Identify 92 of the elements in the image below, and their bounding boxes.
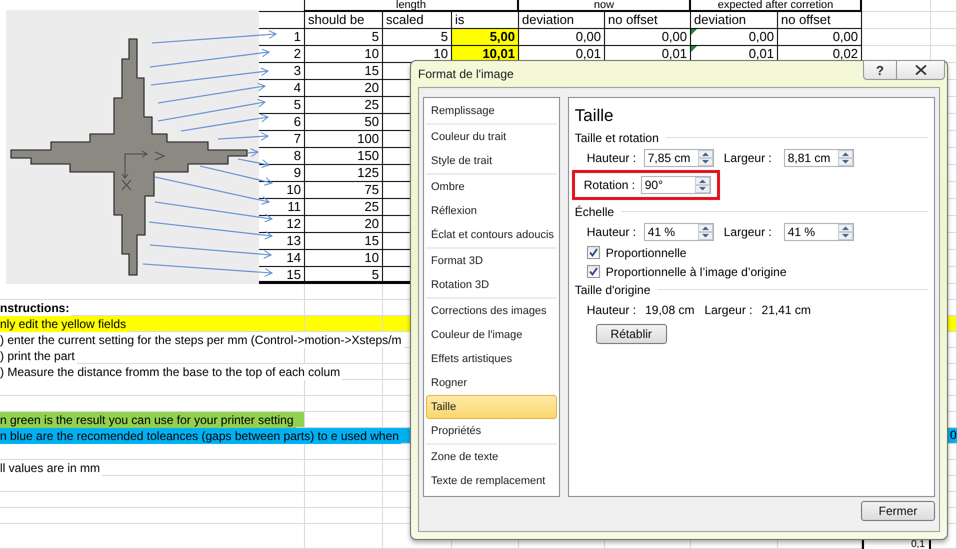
category-item[interactable]: Propriétés (426, 419, 557, 443)
field-label: Largeur : (724, 150, 773, 164)
column-group-header: length (305, 0, 519, 12)
note-text: ) print the part (0, 348, 77, 364)
column-group-header: now (519, 0, 691, 12)
category-item[interactable]: Format 3D (426, 249, 557, 273)
close-icon (914, 65, 926, 75)
column-header: no offset (605, 12, 691, 29)
category-item[interactable]: Corrections des images (426, 299, 557, 323)
table-cell: 0,00 (519, 29, 605, 46)
table-cell (931, 29, 957, 46)
table-cell (862, 0, 931, 12)
table-cell (931, 0, 957, 12)
note-text: ) enter the current setting for the steps per mm (Control->motion->Xsteps/m (0, 332, 404, 348)
column-header: should be (305, 12, 383, 29)
table-cell: 10 (305, 46, 383, 63)
note-text: nly edit the yellow fields (0, 316, 128, 332)
dialog-title: Format de l'image (418, 67, 514, 81)
section-heading: nstructions: (0, 300, 72, 316)
field-label: Hauteur : (586, 150, 638, 164)
category-item[interactable]: Taille (426, 395, 557, 419)
spin-buttons[interactable] (838, 224, 853, 240)
close-button[interactable] (897, 60, 945, 80)
table-cell: 25 (305, 97, 383, 114)
column-header: deviation (691, 12, 778, 29)
table-cell: 75 (305, 182, 383, 199)
table-cell: 0,00 (691, 29, 778, 46)
table-cell: 20 (305, 216, 383, 233)
panel-heading: Taille (574, 106, 614, 126)
note-text: n green is the result you can use for your printer setting (0, 412, 296, 428)
category-item[interactable]: Zone de texte (426, 445, 557, 469)
table-cell: 5 (305, 29, 383, 46)
category-item[interactable]: Éclat et contours adoucis (426, 223, 557, 247)
category-item[interactable]: Remplissage (426, 99, 557, 123)
note-text: n blue are the recomended toleances (gaps between parts) to e used when (0, 428, 401, 444)
table-cell: 15 (305, 63, 383, 80)
info-value: 19,08 cm (645, 303, 694, 317)
checkbox-label[interactable]: Proportionnelle (606, 246, 686, 260)
input-field[interactable]: 41 % (784, 222, 854, 240)
spin-buttons[interactable] (694, 176, 710, 192)
table-cell: 125 (305, 165, 383, 182)
table-cell: 25 (305, 199, 383, 216)
table-cell: 150 (305, 148, 383, 165)
info-label: Hauteur : (586, 303, 636, 317)
field-label: Largeur : (724, 224, 773, 238)
column-header: deviation (519, 12, 605, 29)
input-field[interactable]: 41 % (644, 222, 714, 240)
table-cell: 0,00 (605, 29, 691, 46)
spin-buttons[interactable] (698, 224, 713, 240)
category-item[interactable]: Style de trait (426, 149, 557, 173)
input-field[interactable]: 90° (640, 176, 711, 194)
category-item[interactable]: Rogner (426, 371, 557, 395)
column-header: scaled (383, 12, 452, 29)
table-cell: 5 (305, 267, 383, 284)
column-group-header: expected after corretion (691, 0, 862, 12)
table-cell: 5,00 (452, 29, 519, 46)
column-header: no offset (778, 12, 862, 29)
checkbox-label[interactable]: Proportionnelle à l’image d’origine (606, 264, 787, 278)
note-text: ll values are in mm (0, 460, 102, 476)
field-label: Rotation : (584, 178, 636, 192)
table-cell: 0,00 (778, 29, 862, 46)
table-cell (259, 0, 305, 12)
info-value: 21,41 cm (761, 303, 811, 317)
checkbox[interactable] (586, 265, 600, 278)
help-button[interactable]: ? (863, 60, 897, 80)
reset-button[interactable]: Rétablir (596, 324, 667, 344)
category-item[interactable]: Rotation 3D (426, 273, 557, 297)
category-item[interactable]: Réflexion (426, 199, 557, 223)
checkbox[interactable] (586, 246, 600, 259)
category-item[interactable]: Ombre (426, 175, 557, 199)
close-dialog-button[interactable]: Fermer (861, 501, 935, 521)
category-item[interactable]: Effets artistiques (426, 347, 557, 371)
section-title: Taille et rotation (574, 130, 659, 144)
table-cell: 20 (305, 80, 383, 97)
spin-buttons[interactable] (838, 150, 853, 166)
category-item[interactable]: Texte de remplacement (426, 469, 557, 493)
section-title: Échelle (574, 204, 614, 218)
table-cell (862, 12, 931, 29)
input-field[interactable]: 8,81 cm (784, 148, 854, 166)
info-label: Largeur : (704, 303, 752, 317)
table-cell (931, 12, 957, 29)
note-text: ) Measure the distance fromm the base to the top of each colum (0, 364, 342, 380)
table-cell: 15 (305, 233, 383, 250)
table-cell: 50 (305, 114, 383, 131)
table-cell: 10 (305, 250, 383, 267)
section-title: Taille d'origine (574, 282, 650, 296)
table-cell: 100 (305, 131, 383, 148)
input-field[interactable]: 7,85 cm (644, 148, 714, 166)
category-item[interactable]: Couleur du trait (426, 125, 557, 149)
spin-buttons[interactable] (698, 150, 713, 166)
field-label: Hauteur : (586, 224, 638, 238)
category-item[interactable]: Couleur de l'image (426, 323, 557, 347)
